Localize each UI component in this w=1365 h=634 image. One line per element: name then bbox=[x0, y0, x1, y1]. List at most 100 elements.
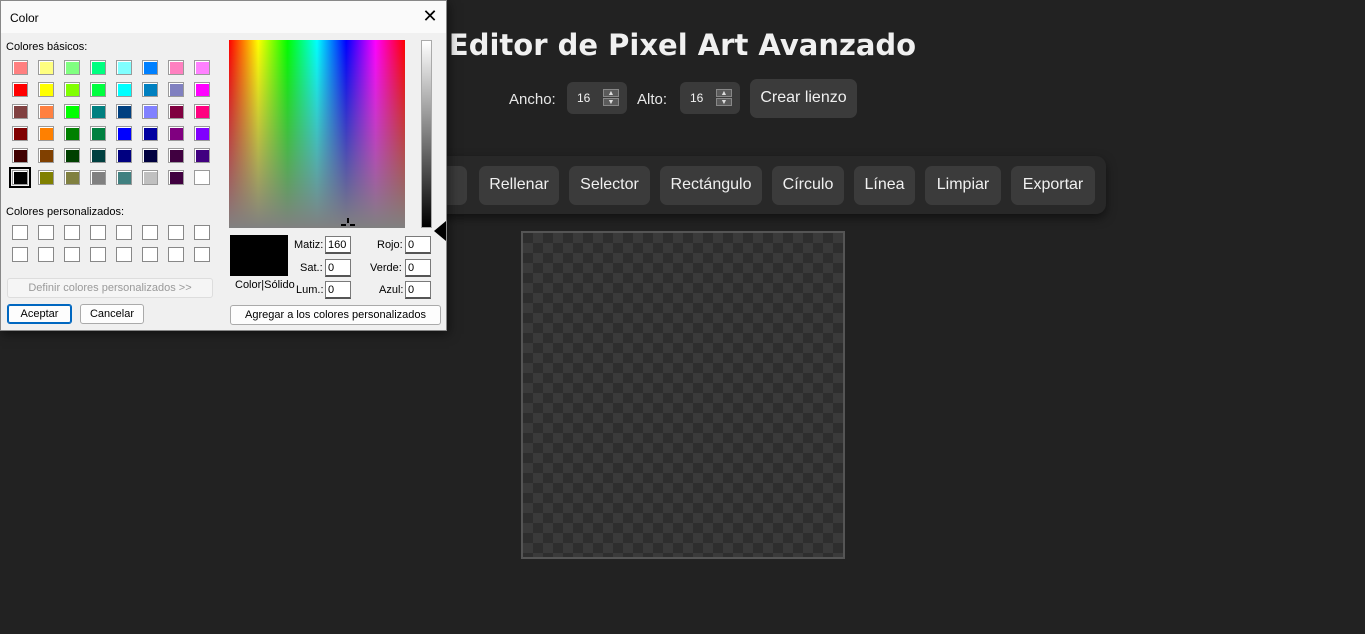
hue-label: Matiz: bbox=[294, 239, 324, 251]
basic-color-swatch[interactable] bbox=[142, 60, 158, 75]
basic-color-swatch[interactable] bbox=[116, 60, 132, 75]
custom-color-swatch[interactable] bbox=[90, 225, 106, 240]
height-spinner[interactable]: ▲ ▼ bbox=[716, 89, 732, 107]
basic-color-swatch[interactable] bbox=[90, 148, 106, 163]
width-spinner[interactable]: ▲ ▼ bbox=[603, 89, 619, 107]
custom-color-swatch[interactable] bbox=[90, 247, 106, 262]
basic-color-swatch[interactable] bbox=[64, 60, 80, 75]
slider-arrow-icon[interactable] bbox=[434, 221, 446, 241]
basic-color-swatch[interactable] bbox=[12, 60, 28, 75]
custom-color-swatch[interactable] bbox=[12, 225, 28, 240]
dialog-titlebar[interactable]: Color ✕ bbox=[1, 1, 446, 33]
height-input[interactable]: 16 ▲ ▼ bbox=[680, 82, 740, 114]
lum-field[interactable]: 0 bbox=[325, 281, 351, 299]
custom-color-swatch[interactable] bbox=[142, 225, 158, 240]
color-spectrum[interactable] bbox=[229, 40, 405, 228]
luminance-slider[interactable] bbox=[421, 40, 432, 228]
basic-color-swatch[interactable] bbox=[64, 104, 80, 119]
basic-color-swatch[interactable] bbox=[38, 82, 54, 97]
ok-button[interactable]: Aceptar bbox=[7, 304, 72, 324]
create-canvas-button[interactable]: Crear lienzo bbox=[750, 79, 857, 118]
tool-button-line[interactable]: Línea bbox=[854, 166, 915, 205]
custom-color-swatch[interactable] bbox=[116, 247, 132, 262]
basic-color-swatch[interactable] bbox=[64, 148, 80, 163]
spin-up-icon[interactable]: ▲ bbox=[716, 89, 732, 97]
tool-bar: or Rellenar Selector Rectángulo Círculo … bbox=[418, 156, 1106, 214]
pixel-canvas[interactable] bbox=[521, 231, 845, 559]
basic-color-swatch[interactable] bbox=[64, 82, 80, 97]
basic-color-swatch[interactable] bbox=[90, 126, 106, 141]
custom-color-swatch[interactable] bbox=[38, 247, 54, 262]
custom-color-swatch[interactable] bbox=[64, 225, 80, 240]
basic-color-swatch[interactable] bbox=[38, 60, 54, 75]
basic-color-swatch[interactable] bbox=[64, 126, 80, 141]
basic-color-swatch[interactable] bbox=[194, 82, 210, 97]
basic-color-swatch[interactable] bbox=[90, 60, 106, 75]
basic-color-swatch[interactable] bbox=[38, 104, 54, 119]
close-icon[interactable]: ✕ bbox=[422, 7, 438, 25]
basic-color-swatch[interactable] bbox=[116, 126, 132, 141]
blue-field[interactable]: 0 bbox=[405, 281, 431, 299]
tool-button-circle[interactable]: Círculo bbox=[772, 166, 844, 205]
basic-color-swatch[interactable] bbox=[142, 104, 158, 119]
basic-color-swatch[interactable] bbox=[168, 148, 184, 163]
define-custom-colors-button[interactable]: Definir colores personalizados >> bbox=[7, 278, 213, 298]
tool-button-selector[interactable]: Selector bbox=[569, 166, 650, 205]
custom-color-swatch[interactable] bbox=[168, 247, 184, 262]
green-field[interactable]: 0 bbox=[405, 259, 431, 277]
preview-label: Color|Sólido bbox=[235, 279, 295, 291]
basic-color-swatch[interactable] bbox=[194, 148, 210, 163]
basic-color-swatch[interactable] bbox=[12, 148, 28, 163]
basic-color-swatch[interactable] bbox=[168, 170, 184, 185]
basic-color-swatch[interactable] bbox=[194, 126, 210, 141]
tool-button-clear[interactable]: Limpiar bbox=[925, 166, 1001, 205]
basic-color-swatch[interactable] bbox=[90, 104, 106, 119]
basic-color-swatch[interactable] bbox=[142, 170, 158, 185]
spin-down-icon[interactable]: ▼ bbox=[603, 98, 619, 106]
basic-color-swatch[interactable] bbox=[142, 148, 158, 163]
basic-color-swatch[interactable] bbox=[116, 104, 132, 119]
tool-button-rectangle[interactable]: Rectángulo bbox=[660, 166, 762, 205]
basic-color-swatch[interactable] bbox=[168, 126, 184, 141]
spin-down-icon[interactable]: ▼ bbox=[716, 98, 732, 106]
basic-color-swatch[interactable] bbox=[90, 170, 106, 185]
basic-color-swatch[interactable] bbox=[38, 148, 54, 163]
custom-colors-label: Colores personalizados: bbox=[6, 206, 125, 218]
custom-color-swatch[interactable] bbox=[194, 225, 210, 240]
basic-color-swatch[interactable] bbox=[116, 170, 132, 185]
spin-up-icon[interactable]: ▲ bbox=[603, 89, 619, 97]
basic-color-swatch[interactable] bbox=[168, 60, 184, 75]
cancel-button[interactable]: Cancelar bbox=[80, 304, 144, 324]
custom-color-swatch[interactable] bbox=[38, 225, 54, 240]
basic-color-swatch[interactable] bbox=[64, 170, 80, 185]
basic-color-swatch[interactable] bbox=[194, 170, 210, 185]
red-field[interactable]: 0 bbox=[405, 236, 431, 254]
basic-color-swatch[interactable] bbox=[194, 60, 210, 75]
basic-color-swatch[interactable] bbox=[116, 148, 132, 163]
basic-color-swatch[interactable] bbox=[38, 170, 54, 185]
tool-button-export[interactable]: Exportar bbox=[1011, 166, 1095, 205]
basic-color-swatch[interactable] bbox=[116, 82, 132, 97]
custom-color-swatch[interactable] bbox=[194, 247, 210, 262]
basic-color-swatch[interactable] bbox=[142, 82, 158, 97]
basic-color-swatch[interactable] bbox=[168, 82, 184, 97]
sat-field[interactable]: 0 bbox=[325, 259, 351, 277]
tool-button-fill[interactable]: Rellenar bbox=[479, 166, 559, 205]
add-custom-color-button[interactable]: Agregar a los colores personalizados bbox=[230, 305, 441, 325]
basic-color-swatch[interactable] bbox=[9, 167, 31, 188]
hue-field[interactable]: 160 bbox=[325, 236, 351, 254]
custom-color-swatch[interactable] bbox=[64, 247, 80, 262]
basic-color-swatch[interactable] bbox=[142, 126, 158, 141]
custom-color-swatch[interactable] bbox=[142, 247, 158, 262]
custom-color-swatch[interactable] bbox=[12, 247, 28, 262]
basic-color-swatch[interactable] bbox=[90, 82, 106, 97]
basic-color-swatch[interactable] bbox=[194, 104, 210, 119]
basic-color-swatch[interactable] bbox=[12, 104, 28, 119]
basic-color-swatch[interactable] bbox=[38, 126, 54, 141]
basic-color-swatch[interactable] bbox=[12, 126, 28, 141]
basic-color-swatch[interactable] bbox=[168, 104, 184, 119]
width-input[interactable]: 16 ▲ ▼ bbox=[567, 82, 627, 114]
custom-color-swatch[interactable] bbox=[168, 225, 184, 240]
custom-color-swatch[interactable] bbox=[116, 225, 132, 240]
basic-color-swatch[interactable] bbox=[12, 82, 28, 97]
